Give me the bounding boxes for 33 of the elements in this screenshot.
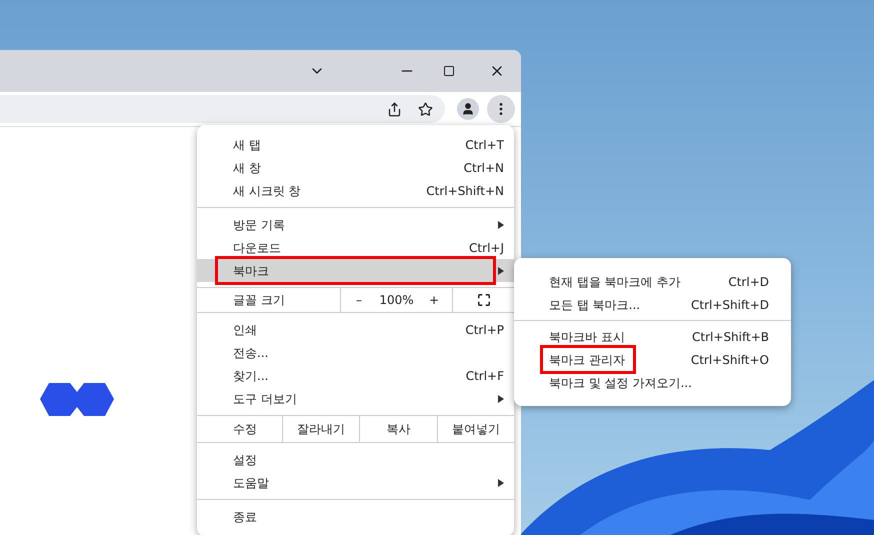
- submenu-item[interactable]: 모든 탭 북마크... Ctrl+Shift+D: [514, 293, 791, 316]
- profile-icon[interactable]: [457, 98, 479, 120]
- menu-item[interactable]: 새 창 Ctrl+N: [197, 156, 514, 179]
- menu-item[interactable]: 다운로드 Ctrl+J: [197, 236, 514, 259]
- edit-button[interactable]: 복사: [359, 416, 437, 442]
- menu-item[interactable]: 전송...: [197, 341, 514, 364]
- submenu-item[interactable]: 북마크바 표시 Ctrl+Shift+B: [514, 325, 791, 348]
- edit-button[interactable]: 잘라내기: [282, 416, 360, 442]
- edit-button[interactable]: 붙여넣기: [436, 416, 514, 442]
- menu-item[interactable]: 찾기... Ctrl+F: [197, 364, 514, 387]
- menu-icon[interactable]: [487, 95, 515, 123]
- zoom-value: 100%: [378, 292, 415, 309]
- menu-item[interactable]: 도구 더보기: [197, 387, 514, 410]
- submenu-item[interactable]: 현재 탭을 북마크에 추가 Ctrl+D: [514, 270, 791, 293]
- menu-item[interactable]: 인쇄 Ctrl+P: [197, 318, 514, 341]
- menu-item[interactable]: 도움말: [197, 471, 514, 494]
- menu-item[interactable]: 설정: [197, 448, 514, 471]
- fullscreen-icon[interactable]: [476, 293, 490, 307]
- hexagon-logo-icon: [40, 383, 114, 416]
- submenu-item[interactable]: 북마크 관리자 Ctrl+Shift+O: [514, 348, 791, 371]
- menu-item[interactable]: 새 시크릿 창 Ctrl+Shift+N: [197, 179, 514, 202]
- menu-item[interactable]: 새 탭 Ctrl+T: [197, 133, 514, 156]
- menu-item[interactable]: 북마크: [197, 259, 514, 282]
- maximize-icon[interactable]: [443, 65, 455, 77]
- star-icon[interactable]: [418, 102, 433, 116]
- menu-label: 수정: [232, 421, 258, 438]
- submenu-item[interactable]: 북마크 및 설정 가져오기...: [514, 371, 791, 394]
- menu-item[interactable]: 종료: [197, 505, 514, 528]
- menu-item[interactable]: 방문 기록: [197, 213, 514, 236]
- share-icon[interactable]: [387, 102, 402, 116]
- zoom-out-button[interactable]: –: [341, 291, 377, 309]
- menu-label: 글꼴 크기: [232, 292, 286, 309]
- zoom-in-button[interactable]: +: [416, 291, 452, 309]
